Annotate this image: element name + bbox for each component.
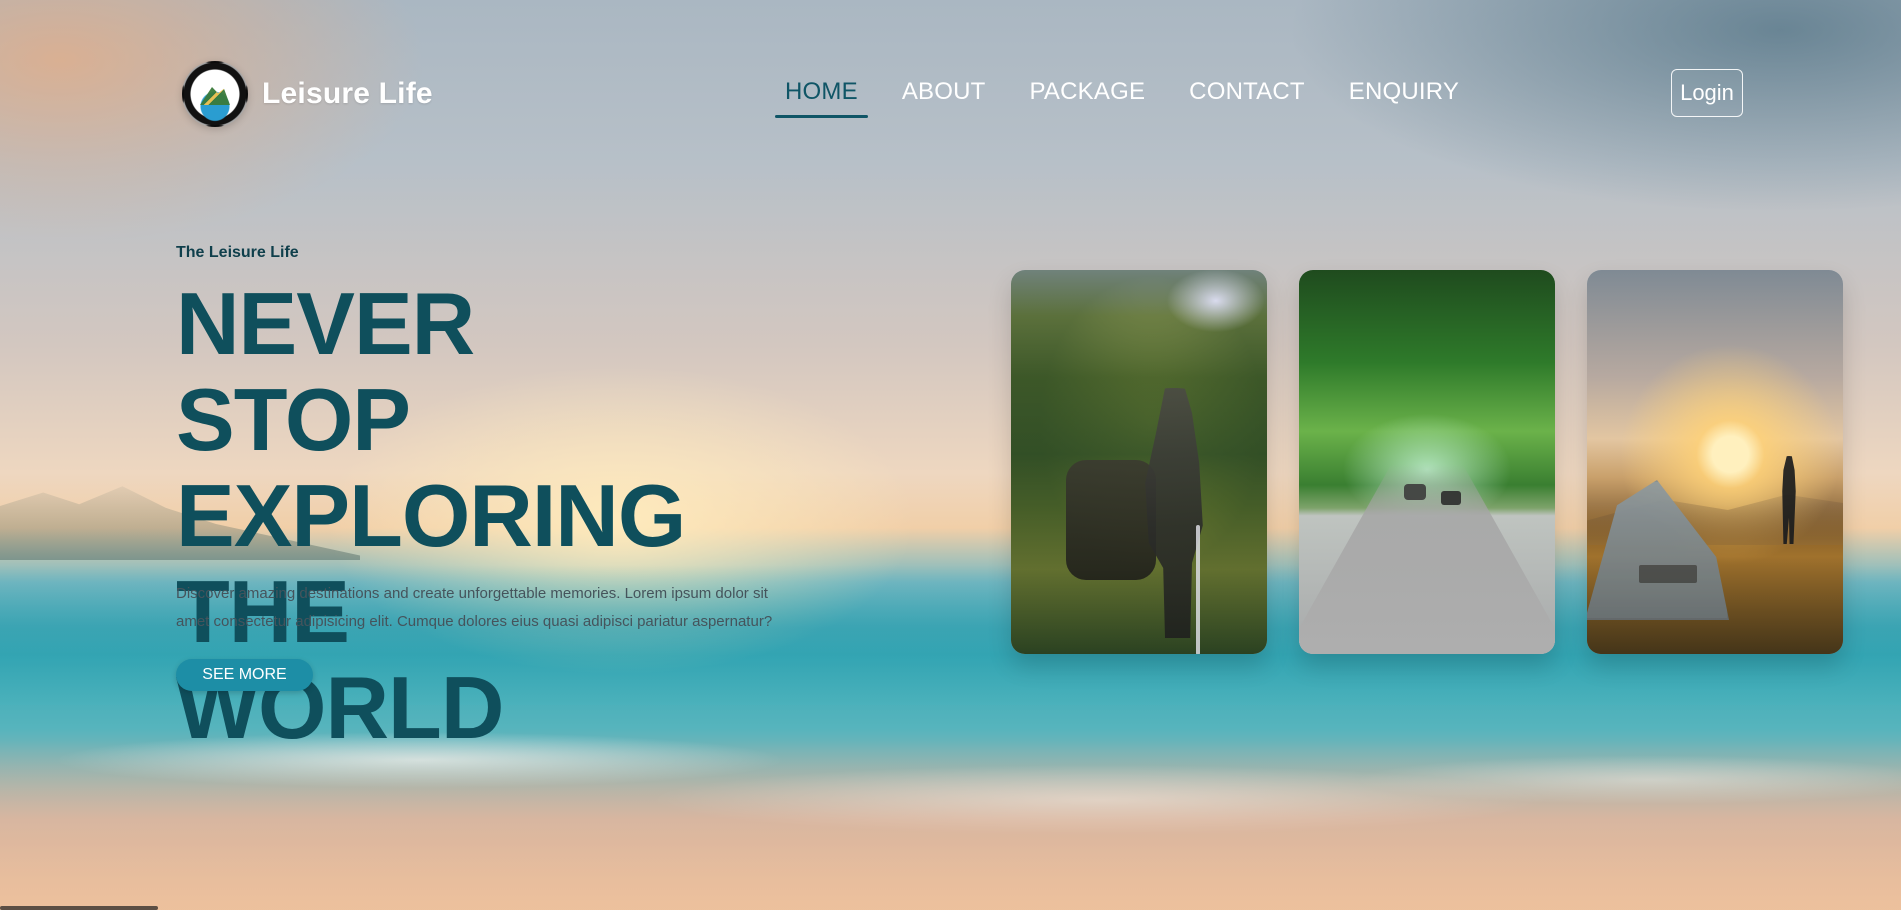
hero-eyebrow: The Leisure Life (176, 244, 299, 261)
destination-card-hiker[interactable] (1011, 270, 1267, 654)
nav-package[interactable]: PACKAGE (1020, 74, 1156, 116)
horizontal-scrollbar[interactable] (0, 906, 158, 910)
destination-card-road[interactable] (1299, 270, 1555, 654)
login-button[interactable]: Login (1671, 69, 1743, 117)
main-navigation: HOME ABOUT PACKAGE CONTACT ENQUIRY (775, 74, 1469, 118)
cars-shape (1404, 484, 1426, 500)
brand-logo-icon (182, 61, 248, 127)
site-header: Leisure Life HOME ABOUT PACKAGE CONTACT … (0, 0, 1901, 140)
beach-sand (0, 740, 1901, 910)
destination-card-sunset-camp[interactable] (1587, 270, 1843, 654)
backpack-shape (1066, 460, 1156, 580)
nav-home[interactable]: HOME (775, 74, 868, 118)
see-more-button[interactable]: SEE MORE (176, 659, 313, 691)
nav-contact[interactable]: CONTACT (1179, 74, 1315, 116)
nav-about[interactable]: ABOUT (892, 74, 996, 116)
brand[interactable]: Leisure Life (182, 61, 433, 127)
trekking-pole (1196, 525, 1200, 654)
brand-title: Leisure Life (262, 77, 433, 110)
hero-description: Discover amazing destinations and create… (176, 585, 773, 630)
nav-enquiry[interactable]: ENQUIRY (1339, 74, 1469, 116)
